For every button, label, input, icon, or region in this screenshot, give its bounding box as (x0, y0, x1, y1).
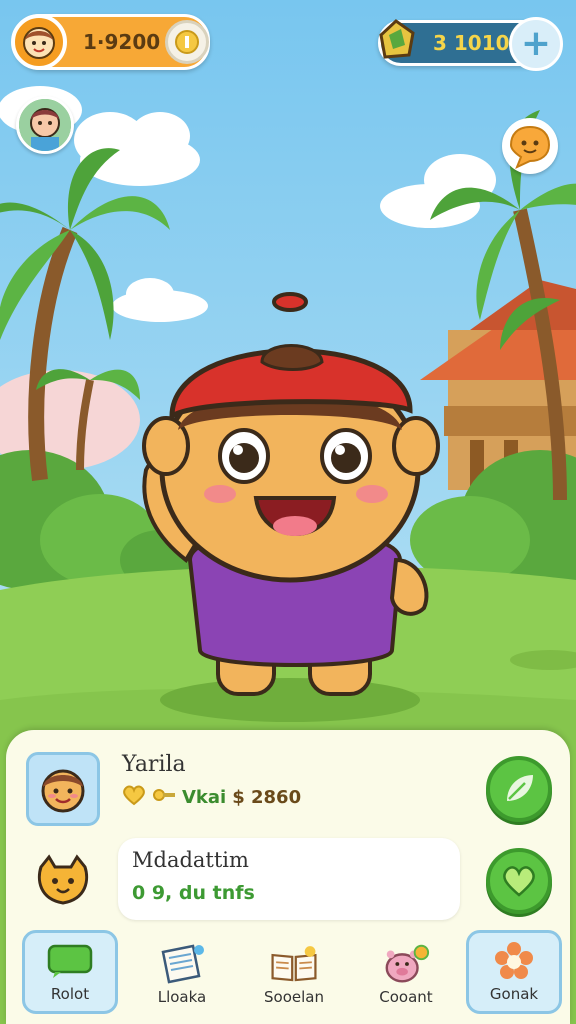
pig-icon (381, 944, 431, 984)
nav-item-gonak[interactable]: Gonak (466, 930, 562, 1014)
friend-avatar-icon[interactable] (16, 96, 74, 154)
coin-icon[interactable] (165, 20, 209, 64)
player-avatar-icon[interactable] (11, 14, 67, 70)
nav-label: Sooelan (264, 988, 324, 1006)
profile-picture[interactable] (26, 752, 100, 826)
player-stats: Vkai $ 2860 (122, 784, 301, 811)
coin-amount: 1·9200 (83, 30, 161, 54)
heart-icon (122, 784, 146, 811)
player-name: Yarila (122, 752, 186, 777)
nav-label: Rolot (50, 985, 90, 1003)
nav-item-lloaka[interactable]: Lloaka (134, 930, 230, 1014)
nav-label: Lloaka (157, 988, 207, 1006)
leaf-action-button[interactable] (486, 756, 552, 822)
nav-label: Gonak (489, 985, 539, 1003)
add-gems-button[interactable]: + (509, 17, 563, 71)
chat-bubble-icon[interactable] (502, 118, 558, 174)
nav-item-cooant[interactable]: Cooant (358, 930, 454, 1014)
mission-title: Mdadattim (132, 848, 249, 872)
gem-bag-icon (371, 15, 421, 69)
pet-icon[interactable] (28, 846, 98, 916)
open-book-icon (269, 944, 319, 984)
gem-counter[interactable]: 3 1010 + (378, 17, 563, 71)
player-money: $ 2860 (232, 787, 302, 808)
chat-bubble-icon (45, 941, 95, 981)
key-icon (152, 785, 176, 810)
nav-item-rolot[interactable]: Rolot (22, 930, 118, 1014)
coin-counter[interactable]: 1·9200 (11, 14, 210, 70)
gem-amount: 3 1010 (433, 31, 510, 55)
mission-card[interactable]: Mdadattim 0 9, du tnfs (118, 838, 460, 920)
heart-action-button[interactable] (486, 848, 552, 914)
bottom-nav: Rolot Lloaka Sooelan Cooant Gonak (6, 930, 570, 1024)
mission-progress: 0 9, du tnfs (132, 882, 255, 904)
nav-label: Cooant (379, 988, 433, 1006)
flower-icon (489, 941, 539, 981)
leaf-icon (507, 775, 533, 801)
nav-item-sooelan[interactable]: Sooelan (246, 930, 342, 1014)
player-stat-label: Vkai (182, 787, 227, 808)
heart-icon (503, 866, 535, 897)
book-icon (157, 944, 207, 984)
